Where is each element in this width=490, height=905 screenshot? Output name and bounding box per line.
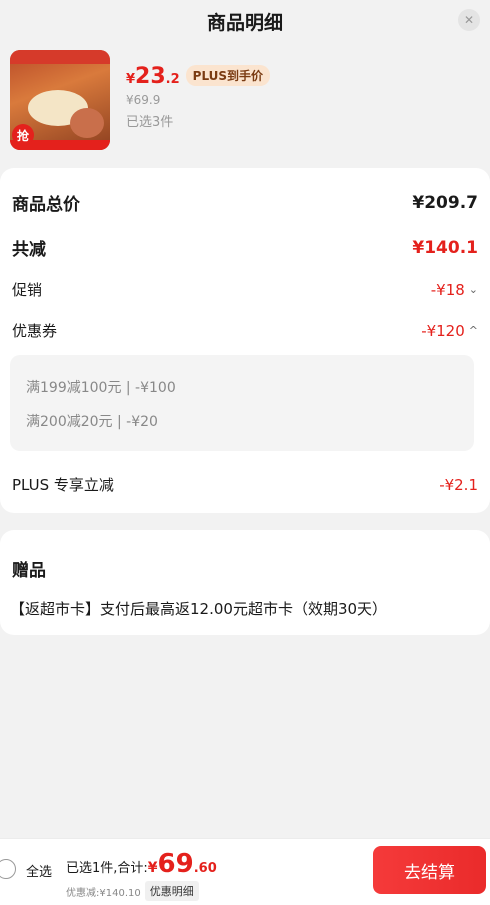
close-icon[interactable]: ✕ [458, 9, 480, 31]
product-info: ¥23.2 PLUS到手价 ¥69.9 已选3件 [126, 64, 271, 130]
gift-title: 赠品 [12, 561, 46, 581]
chevron-up-icon: ^ [468, 324, 478, 337]
total-prefix: 已选1件,合计: [66, 861, 148, 876]
coupon-row[interactable]: 优惠券 -¥120 ^ [12, 320, 478, 341]
promo-value: -¥18 ⌄ [430, 280, 478, 299]
reduction-label: 共减 [12, 240, 46, 260]
select-all-checkbox[interactable] [0, 859, 16, 879]
total-price-label: 商品总价 [12, 195, 80, 215]
coupon-label: 优惠券 [12, 322, 58, 340]
promo-row[interactable]: 促销 -¥18 ⌄ [12, 279, 478, 300]
coupon-value: -¥120 ^ [421, 321, 478, 340]
total-currency: ¥ [147, 860, 158, 876]
coupon-list: 满199减100元 | -¥100 满200减20元 | -¥20 [10, 355, 474, 451]
promo-label: 促销 [12, 281, 43, 299]
total-amount-dec: .60 [193, 861, 217, 876]
total-amount-int: 69 [157, 849, 194, 879]
checkout-bar: 全选 已选1件,合计: ¥ 69 .60 优惠减:¥140.10 优惠明细 去结… [0, 838, 490, 905]
plus-discount-label: PLUS 专享立减 [12, 476, 114, 494]
discount-summary: 优惠减:¥140.10 优惠明细 [66, 881, 199, 901]
reduction-value: ¥140.1 [412, 237, 478, 258]
plus-discount-value: -¥2.1 [439, 475, 478, 494]
gift-card: 赠品 【返超市卡】支付后最高返12.00元超市卡（效期30天） [0, 530, 490, 635]
original-price: ¥69.9 [126, 93, 161, 107]
image-banner [10, 50, 110, 64]
dish [70, 108, 104, 138]
grab-badge: 抢 [12, 124, 34, 146]
chevron-down-icon: ⌄ [468, 283, 478, 296]
plus-price-badge: PLUS到手价 [185, 65, 271, 86]
selected-count: 已选3件 [126, 115, 174, 130]
discount-detail-button[interactable]: 优惠明细 [144, 881, 199, 901]
plus-discount-row: PLUS 专享立减 -¥2.1 [12, 474, 478, 495]
select-all-label[interactable]: 全选 [26, 861, 52, 880]
checkout-button[interactable]: 去结算 [373, 846, 486, 894]
page-title: 商品明细 [206, 12, 283, 34]
header: 商品明细 ✕ [0, 0, 490, 40]
gift-description: 【返超市卡】支付后最高返12.00元超市卡（效期30天） [10, 600, 388, 618]
current-price: ¥23.2 [126, 64, 180, 89]
coupon-item: 满200减20元 | -¥20 [26, 414, 158, 430]
product-summary: 抢 ¥23.2 PLUS到手价 ¥69.9 已选3件 [10, 50, 480, 150]
total-price-row: 商品总价 ¥209.7 [12, 190, 478, 216]
price-row: ¥23.2 PLUS到手价 [126, 64, 271, 89]
product-image[interactable]: 抢 [10, 50, 110, 150]
coupon-item: 满199减100元 | -¥100 [26, 380, 176, 396]
discount-text: 优惠减:¥140.10 [66, 887, 141, 899]
total-price-value: ¥209.7 [412, 192, 478, 213]
total-summary: 已选1件,合计: ¥ 69 .60 [66, 849, 217, 879]
price-breakdown-card: 商品总价 ¥209.7 共减 ¥140.1 促销 -¥18 ⌄ 优惠券 -¥120… [0, 168, 490, 513]
reduction-row: 共减 ¥140.1 [12, 235, 478, 261]
